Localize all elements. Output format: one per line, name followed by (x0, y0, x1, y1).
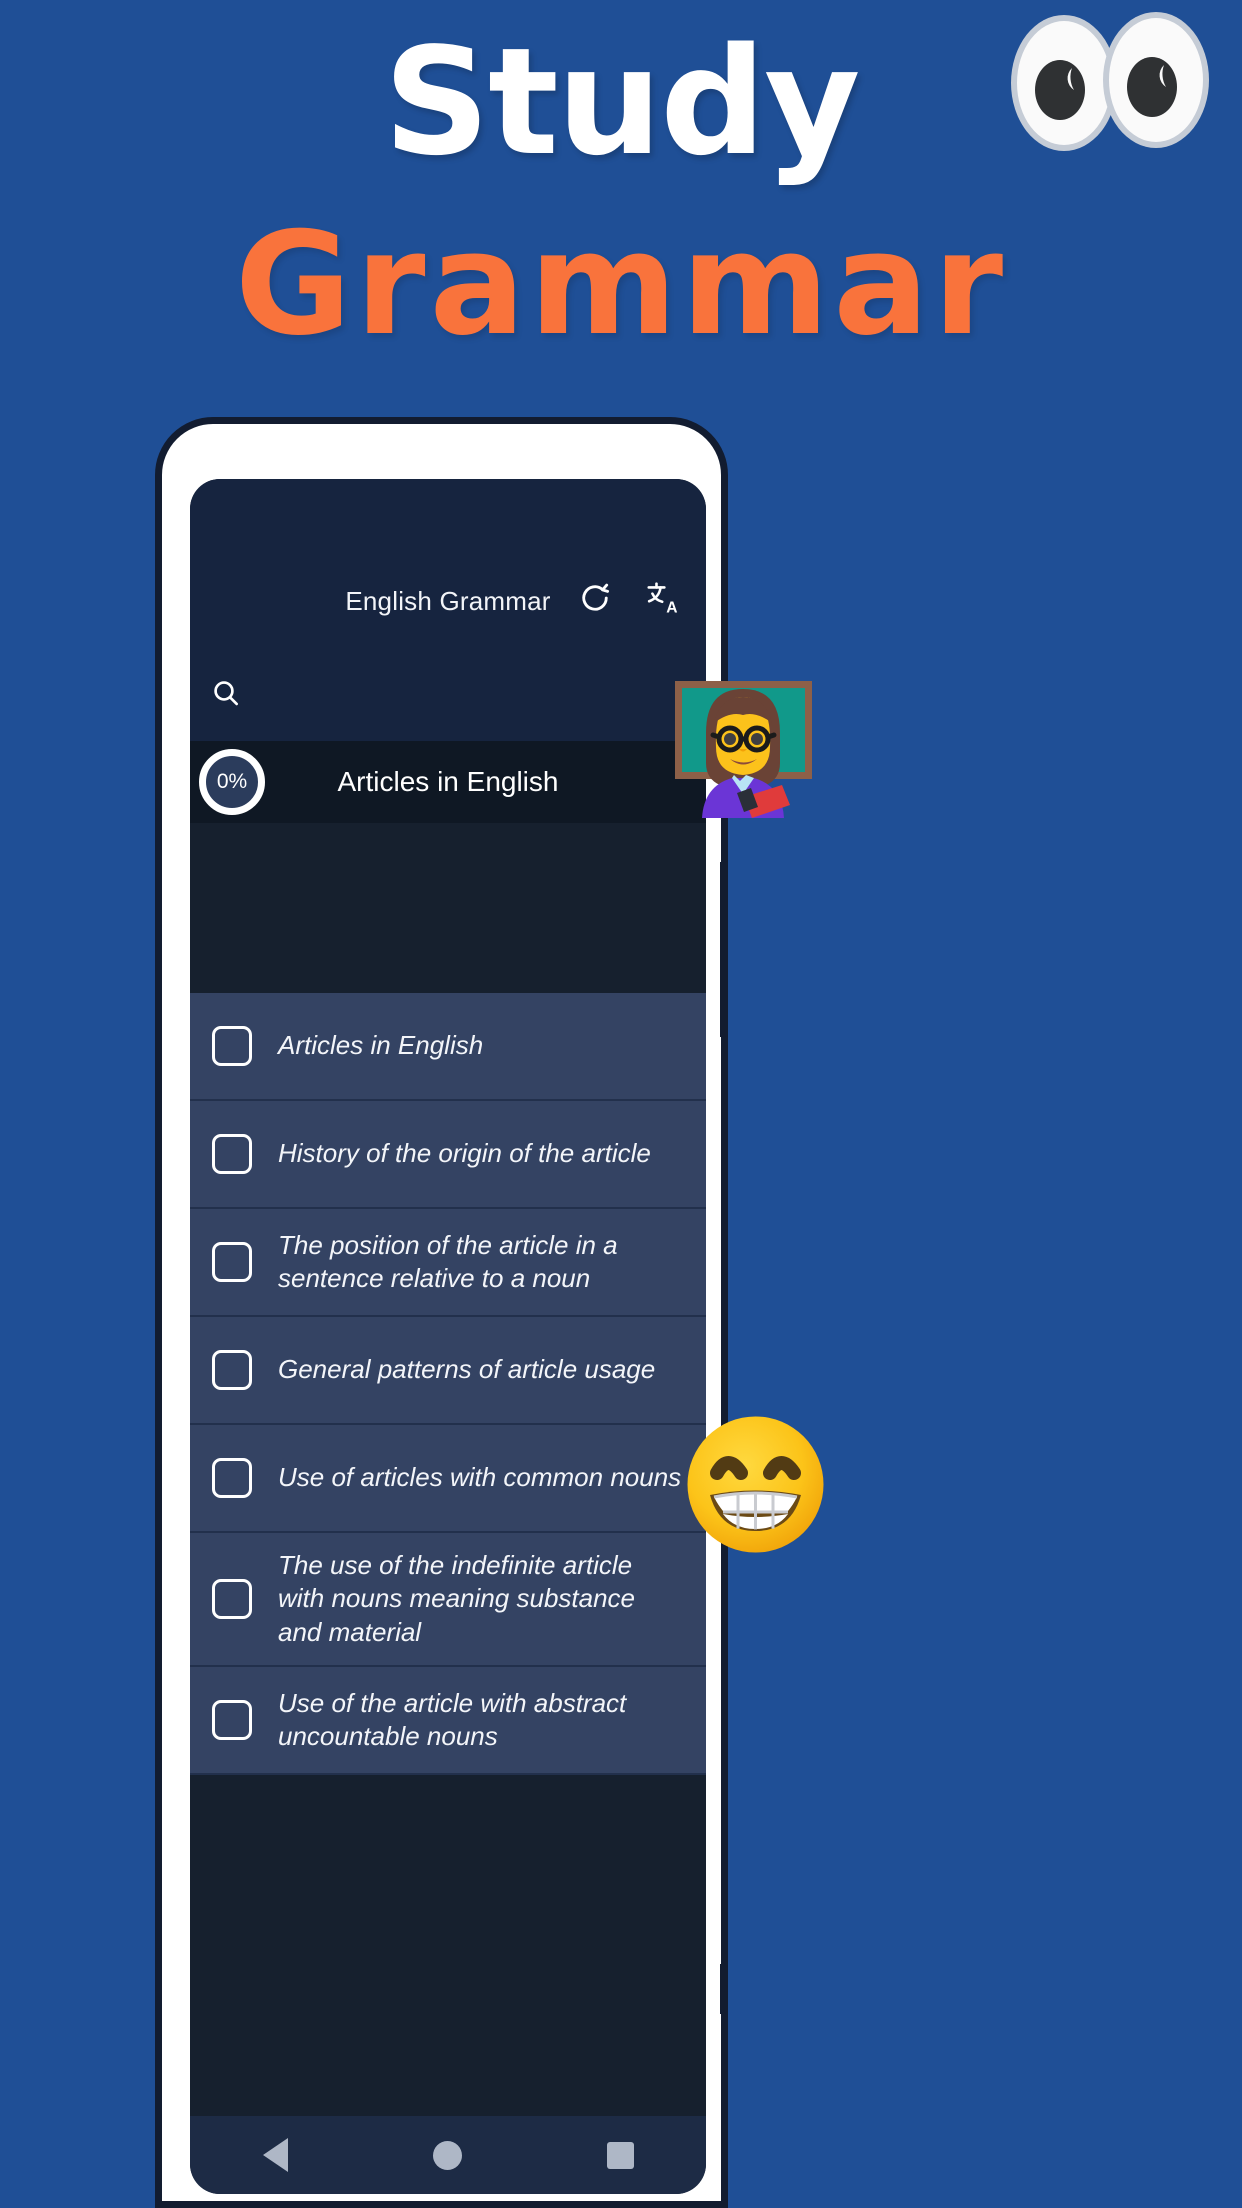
search-bar[interactable] (190, 649, 706, 741)
checkbox-icon[interactable] (212, 1134, 252, 1174)
phone-screen: English Grammar A 0% Articles in English… (190, 479, 706, 2194)
list-item[interactable]: History of the origin of the article (190, 1101, 706, 1209)
android-nav-bar (190, 2116, 706, 2194)
phone-mockup: English Grammar A 0% Articles in English… (155, 417, 728, 2208)
list-item-label: Use of articles with common nouns (278, 1462, 682, 1493)
headline-line-2: Grammar (234, 202, 1008, 367)
list-item[interactable]: The use of the indefinite article with n… (190, 1533, 706, 1667)
list-item[interactable]: General patterns of article usage (190, 1317, 706, 1425)
promo-background: Study Grammar English Grammar A 0% Artic… (0, 0, 1242, 2208)
list-item-label: Articles in English (278, 1030, 484, 1061)
app-bar: English Grammar A (190, 479, 706, 649)
checkbox-icon[interactable] (212, 1242, 252, 1282)
checkbox-icon[interactable] (212, 1350, 252, 1390)
woman-teacher-icon (666, 663, 821, 818)
eyes-icon (1004, 8, 1214, 158)
checkbox-icon[interactable] (212, 1026, 252, 1066)
list-item-label: The use of the indefinite article with n… (278, 1550, 636, 1647)
list-item[interactable]: Articles in English (190, 993, 706, 1101)
nav-home-button[interactable] (432, 2140, 462, 2170)
phone-volume-button[interactable] (720, 1964, 728, 2014)
phone-power-button[interactable] (720, 862, 728, 1037)
list-item-label: History of the origin of the article (278, 1138, 651, 1169)
search-icon[interactable] (210, 677, 242, 714)
checkbox-icon[interactable] (212, 1578, 252, 1619)
current-topic-title: Articles in English (337, 766, 559, 797)
nav-back-button[interactable] (262, 2138, 288, 2172)
checkbox-icon[interactable] (212, 1458, 252, 1498)
list-item-label: The position of the article in a sentenc… (278, 1229, 618, 1293)
beaming-face-icon (684, 1413, 827, 1556)
list-item-label: Use of the article with abstract uncount… (278, 1687, 627, 1751)
checkbox-icon[interactable] (212, 1699, 252, 1740)
list-item-label: General patterns of article usage (278, 1354, 656, 1385)
list-item[interactable]: Use of the article with abstract uncount… (190, 1666, 706, 1775)
list-item[interactable]: Use of articles with common nouns (190, 1425, 706, 1533)
translate-icon[interactable]: A (642, 577, 684, 619)
current-topic-bar[interactable]: 0% Articles in English (190, 741, 706, 823)
search-input[interactable] (256, 681, 706, 709)
progress-percent: 0% (216, 770, 248, 793)
content-placeholder (190, 823, 706, 993)
nav-recents-button[interactable] (606, 2141, 634, 2169)
list-item[interactable]: The position of the article in a sentenc… (190, 1209, 706, 1317)
progress-ring: 0% (199, 749, 265, 815)
refresh-icon[interactable] (574, 577, 616, 619)
topic-list: Articles in English History of the origi… (190, 993, 706, 1775)
